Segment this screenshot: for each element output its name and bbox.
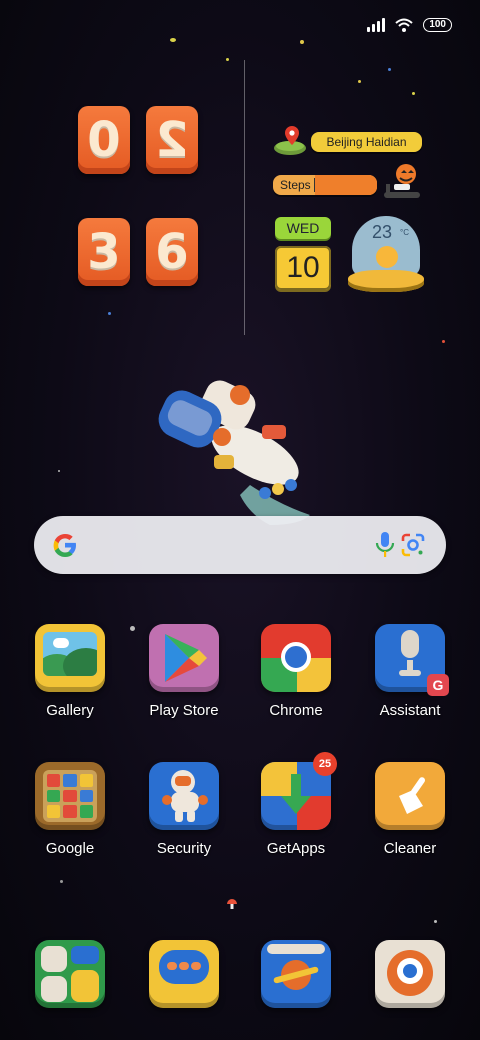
app-google[interactable]: Google bbox=[20, 762, 120, 857]
chrome-icon bbox=[261, 624, 331, 692]
widget-divider bbox=[244, 60, 245, 335]
wifi-icon bbox=[395, 18, 413, 32]
app-getapps[interactable]: 25 GetApps bbox=[246, 752, 346, 857]
clock-digit: 6 bbox=[146, 218, 198, 286]
sun-character-icon bbox=[376, 246, 398, 268]
assistant-g-badge: G bbox=[427, 674, 449, 696]
dock-phone[interactable] bbox=[20, 940, 120, 1008]
security-icon bbox=[149, 762, 219, 830]
mic-icon[interactable] bbox=[375, 531, 395, 559]
app-label: Cleaner bbox=[383, 840, 437, 857]
assistant-icon: G bbox=[375, 624, 449, 696]
lens-camera-icon[interactable] bbox=[400, 532, 426, 558]
app-label: Google bbox=[45, 840, 95, 857]
app-label: Gallery bbox=[46, 702, 94, 719]
google-logo-icon bbox=[53, 534, 76, 557]
chrome-center bbox=[281, 642, 311, 672]
gallery-picture bbox=[43, 632, 97, 676]
steps-fill bbox=[314, 175, 377, 195]
google-folder-icon bbox=[35, 762, 105, 830]
app-label: GetApps bbox=[266, 840, 326, 857]
steps-text: Steps bbox=[280, 178, 311, 192]
app-security[interactable]: Security bbox=[134, 762, 234, 857]
map-pin-icon bbox=[274, 126, 306, 155]
folder-grid bbox=[43, 770, 97, 822]
clock-digit: 0 bbox=[78, 106, 130, 174]
notification-badge: 25 bbox=[313, 752, 337, 776]
mushroom-decoration-icon bbox=[227, 899, 237, 909]
dock-messages[interactable] bbox=[134, 940, 234, 1008]
gallery-icon bbox=[35, 624, 105, 692]
app-chrome[interactable]: Chrome bbox=[246, 624, 346, 719]
app-label: Security bbox=[156, 840, 212, 857]
browser-icon bbox=[261, 940, 331, 1008]
astronaut-wallpaper-figure bbox=[158, 380, 310, 525]
clock-digit: 2 bbox=[146, 106, 198, 174]
phone-icon bbox=[35, 940, 105, 1008]
battery-icon: 100 bbox=[423, 18, 452, 32]
dock-camera[interactable] bbox=[360, 940, 460, 1008]
play-triangle-icon bbox=[165, 634, 207, 682]
broom-icon bbox=[399, 777, 426, 814]
messages-icon bbox=[149, 940, 219, 1008]
cleaner-icon bbox=[375, 762, 445, 830]
clock-digit: 3 bbox=[78, 218, 130, 286]
dock-browser[interactable] bbox=[246, 940, 346, 1008]
search-bar[interactable] bbox=[34, 516, 446, 574]
status-bar: 100 bbox=[367, 18, 452, 32]
location-label: Beijing Haidian bbox=[311, 132, 422, 152]
snow-globe-base bbox=[348, 270, 424, 292]
treadmill-pumpkin-icon bbox=[384, 164, 420, 198]
app-gallery[interactable]: Gallery bbox=[20, 624, 120, 719]
app-play-store[interactable]: Play Store bbox=[134, 624, 234, 719]
app-cleaner[interactable]: Cleaner bbox=[360, 762, 460, 857]
download-arrow-icon bbox=[281, 774, 311, 814]
weather-widget[interactable]: 23 °C bbox=[348, 216, 424, 294]
signal-icon bbox=[367, 18, 386, 32]
security-astronaut-icon bbox=[162, 770, 208, 822]
steps-label: Steps bbox=[273, 175, 377, 195]
microphone-icon bbox=[399, 630, 421, 676]
temperature-unit: °C bbox=[400, 228, 409, 237]
app-label: Chrome bbox=[269, 702, 323, 719]
weekday-label: WED bbox=[275, 217, 331, 239]
getapps-icon: 25 bbox=[261, 752, 337, 830]
camera-icon bbox=[375, 940, 445, 1008]
app-assistant[interactable]: G Assistant bbox=[360, 624, 460, 719]
app-label: Play Store bbox=[149, 702, 219, 719]
temperature-value: 23 bbox=[372, 222, 393, 242]
app-label: Assistant bbox=[379, 702, 441, 719]
play-store-icon bbox=[149, 624, 219, 692]
battery-level: 100 bbox=[429, 19, 446, 30]
date-label: 10 bbox=[275, 246, 331, 290]
